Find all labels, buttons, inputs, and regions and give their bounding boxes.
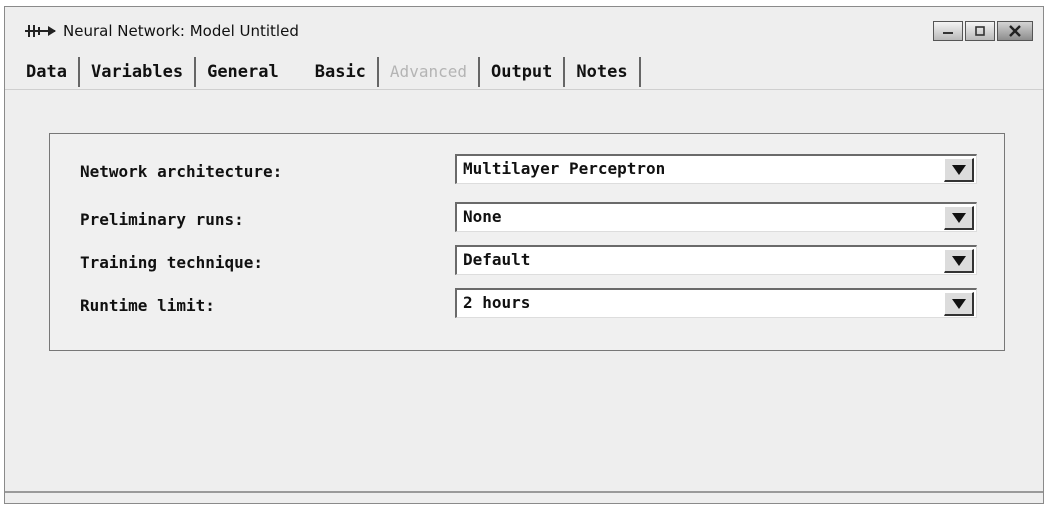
tab-general[interactable]: General xyxy=(196,57,290,87)
training-technique-label: Training technique: xyxy=(80,253,264,272)
tab-divider xyxy=(5,89,1043,90)
preliminary-runs-dropdown-button[interactable] xyxy=(944,206,974,230)
tab-output[interactable]: Output xyxy=(480,57,563,87)
tab-advanced: Advanced xyxy=(389,62,467,81)
close-button[interactable] xyxy=(997,21,1033,41)
window-title: Neural Network: Model Untitled xyxy=(63,22,299,40)
preliminary-runs-select[interactable]: None xyxy=(455,202,977,232)
tab-strip: Data Variables General Basic Advanced Ou… xyxy=(15,55,641,89)
training-technique-value: Default xyxy=(463,250,531,269)
preliminary-runs-label: Preliminary runs: xyxy=(80,210,244,229)
network-architecture-dropdown-button[interactable] xyxy=(944,158,974,182)
runtime-limit-label: Runtime limit: xyxy=(80,296,215,315)
close-icon xyxy=(1009,25,1021,37)
runtime-limit-row: Runtime limit: 2 hours xyxy=(50,288,1004,320)
triangle-down-icon xyxy=(951,255,966,266)
tab-notes[interactable]: Notes xyxy=(565,57,638,87)
tab-basic[interactable]: Basic xyxy=(304,57,377,87)
preliminary-runs-value: None xyxy=(463,207,502,226)
runtime-limit-value: 2 hours xyxy=(463,293,531,312)
bottom-divider xyxy=(5,491,1043,493)
tab-separator xyxy=(638,57,641,87)
network-arrow-icon xyxy=(25,25,56,37)
tab-variables[interactable]: Variables xyxy=(80,57,194,87)
neural-network-window: Neural Network: Model Untitled Data Vari… xyxy=(4,6,1044,504)
tab-spacer xyxy=(290,57,304,87)
maximize-button[interactable] xyxy=(965,21,995,41)
training-technique-dropdown-button[interactable] xyxy=(944,249,974,273)
runtime-limit-select[interactable]: 2 hours xyxy=(455,288,977,318)
maximize-icon xyxy=(975,26,985,36)
network-architecture-select[interactable]: Multilayer Perceptron xyxy=(455,154,977,184)
training-technique-row: Training technique: Default xyxy=(50,245,1004,277)
triangle-down-icon xyxy=(951,298,966,309)
minimize-button[interactable] xyxy=(933,21,963,41)
network-architecture-value: Multilayer Perceptron xyxy=(463,159,666,178)
training-technique-select[interactable]: Default xyxy=(455,245,977,275)
preliminary-runs-row: Preliminary runs: None xyxy=(50,202,1004,234)
runtime-limit-dropdown-button[interactable] xyxy=(944,292,974,316)
title-bar: Neural Network: Model Untitled xyxy=(5,7,1043,47)
network-architecture-label: Network architecture: xyxy=(80,162,283,181)
window-controls xyxy=(931,21,1033,41)
settings-group: Network architecture: Multilayer Percept… xyxy=(49,133,1005,351)
triangle-down-icon xyxy=(951,212,966,223)
network-architecture-row: Network architecture: Multilayer Percept… xyxy=(50,154,1004,186)
tab-data[interactable]: Data xyxy=(15,57,78,87)
triangle-down-icon xyxy=(951,164,966,175)
minimize-icon xyxy=(943,32,953,34)
